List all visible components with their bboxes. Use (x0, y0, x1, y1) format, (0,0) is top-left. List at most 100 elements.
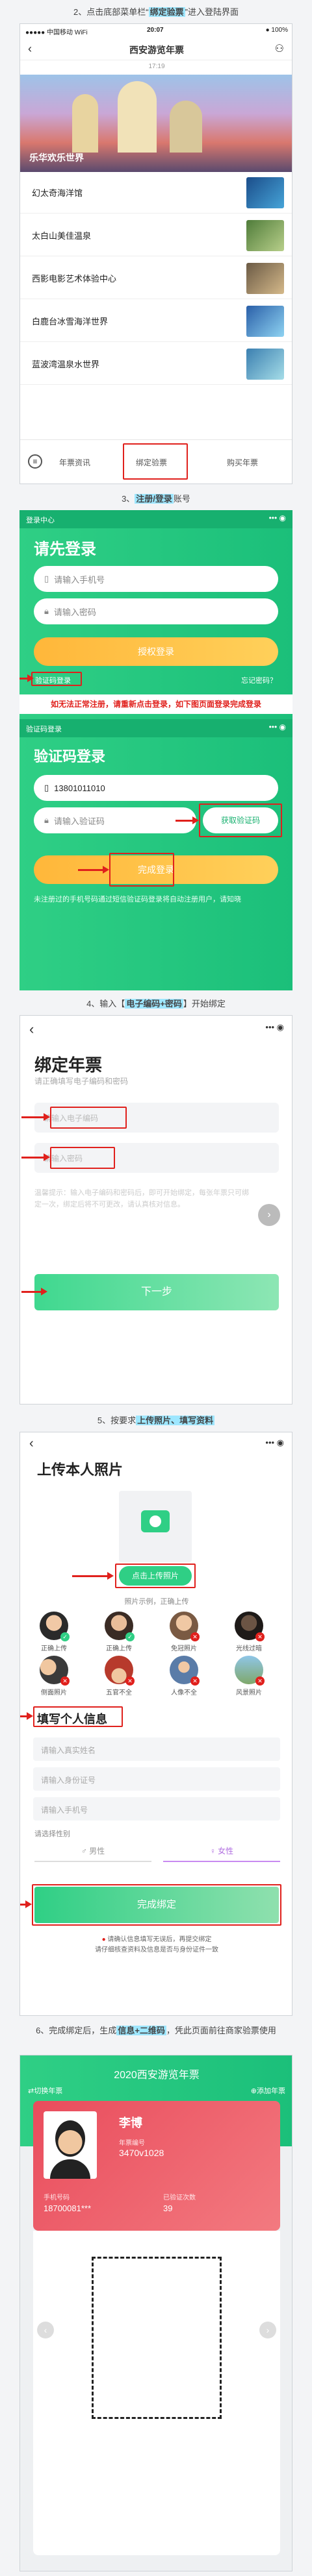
user-icon[interactable]: ⚇ (275, 42, 284, 55)
step5-screen: ‹ ••• ◉ 上传本人照片 点击上传照片 照片示例，正确上传 ✓ ✓ ✕ ✕ … (20, 1432, 292, 2016)
notice-text: 如无法正常注册，请重新点击登录，如下图页面登录完成登录 (20, 694, 292, 714)
cross-icon: ✕ (190, 1676, 200, 1686)
login-title: 请先登录 (34, 541, 96, 558)
count-value: 39 (163, 2203, 173, 2213)
sample-label: 侧面照片 (41, 1689, 67, 1697)
capsule-menu-icon[interactable]: ••• ◉ (269, 513, 286, 522)
capsule-menu-icon[interactable]: ••• ◉ (265, 1022, 284, 1033)
forgot-password-link[interactable]: 忘记密码？ (241, 675, 277, 685)
gender-male-option[interactable]: ♂ 男性 (34, 1840, 151, 1862)
highlight-box (115, 1564, 196, 1588)
next-button[interactable]: 下一步 (34, 1274, 279, 1310)
option-label: 女性 (218, 1846, 234, 1856)
arrow-icon (78, 866, 109, 874)
sample-label: 正确上传 (106, 1645, 132, 1652)
phone-icon: ▯ (44, 783, 49, 792)
step4-screen: ‹ ••• ◉ 绑定年票 请正确填写电子编码和密码 请输入电子编码 请输入密码 … (20, 1015, 292, 1405)
time-label: 17:19 (148, 63, 165, 70)
chevron-left-icon[interactable]: ‹ (37, 2322, 54, 2338)
list-item-title: 幻太奇海洋馆 (32, 188, 83, 198)
bind-title: 绑定年票 (34, 1055, 103, 1075)
list-item-title: 白鹿台冰雪海洋世界 (32, 317, 109, 326)
step6-caption: 6、完成绑定后，生成 信息+二维码 ，凭此页面前往商家验票使用 (0, 2025, 312, 2037)
phone-icon: ▯ (44, 574, 49, 583)
check-icon: ✓ (60, 1632, 70, 1641)
back-icon[interactable]: ‹ (29, 1021, 34, 1038)
code-value: 3470v1028 (119, 2148, 164, 2158)
arrow-icon (21, 1113, 50, 1121)
cross-icon: ✕ (255, 1676, 265, 1686)
phone-input[interactable]: ▯ 请输入手机号 (34, 566, 278, 592)
arrow-icon (21, 1153, 50, 1161)
capsule-menu-icon[interactable]: ••• ◉ (265, 1438, 284, 1448)
switch-card-button[interactable]: ⇄切换年票 (28, 2085, 62, 2096)
menu-icon[interactable]: ≡ (28, 454, 42, 469)
password-input[interactable]: 🔒︎ 请输入密码 (34, 598, 278, 624)
capsule-menu-icon[interactable]: ••• ◉ (269, 722, 286, 731)
login-button[interactable]: 授权登录 (34, 637, 278, 666)
name-input[interactable]: 请输入真实姓名 (33, 1737, 280, 1761)
list-item[interactable]: 太白山美佳温泉 (20, 215, 292, 256)
highlight-box (50, 1147, 115, 1169)
tab-news[interactable]: 年票资讯 (59, 457, 90, 468)
list-item[interactable]: 白鹿台冰雪海洋世界 (20, 301, 292, 342)
battery-text: ● 100% (265, 27, 288, 34)
status-bar: ●●●●● 中国移动 WiFi 20:07 ● 100% (20, 24, 292, 37)
add-card-button[interactable]: ⊕添加年票 (251, 2085, 285, 2096)
cross-icon: ✕ (190, 1632, 200, 1641)
back-icon[interactable]: ‹ (29, 1436, 34, 1451)
caption-text: 3、 (122, 494, 135, 504)
tutorial-page: 2、点击底部菜单栏“ 绑定验票 ”进入登陆界面 ●●●●● 中国移动 WiFi 20… (0, 0, 312, 2576)
arrow-icon (72, 1572, 114, 1580)
nav-title: 西安游览年票 (129, 45, 184, 55)
step4-caption: 4、输入【 电子编码+密码 】开始绑定 (0, 998, 312, 1010)
hint-text: 温馨提示：输入电子编码和密码后，即可开始绑定，每张年票只可绑定一次，绑定后将不可… (34, 1189, 249, 1208)
upload-title: 上传本人照片 (37, 1462, 124, 1478)
caption-text: 】开始绑定 (183, 999, 226, 1009)
scenic-list: 幻太奇海洋馆 太白山美佳温泉 西影电影艺术体验中心 白鹿台冰雪海洋世界 蓝波湾温… (20, 172, 292, 386)
step5-caption: 5、按要求 上传照片、填写资料 (0, 1415, 312, 1427)
camera-icon (141, 1510, 170, 1532)
list-item[interactable]: 幻太奇海洋馆 (20, 172, 292, 214)
qr-panel: ‹ › (33, 2231, 280, 2555)
photo-placeholder[interactable] (119, 1491, 192, 1562)
code-input[interactable]: 🔒︎ 请输入验证码 (34, 807, 196, 833)
list-item[interactable]: 西影电影艺术体验中心 (20, 258, 292, 299)
list-item[interactable]: 蓝波湾温泉水世界 (20, 343, 292, 385)
banner-image[interactable]: 乐华欢乐世界 (20, 75, 292, 172)
carrier-text: ●●●●● 中国移动 WiFi (25, 29, 88, 36)
card: 李博 年票编号 3470v1028 手机号码 18700081*** 已验证次数… (33, 2101, 280, 2231)
footer-note: 未注册过的手机号码通过短信验证码登录将自动注册用户，请知晓 (34, 896, 241, 903)
phone-input[interactable]: 请输入手机号 (33, 1797, 280, 1821)
highlight-box (32, 1884, 281, 1926)
phone-input[interactable]: ▯ 13801011010 (34, 775, 278, 801)
thumbnail-image (246, 220, 284, 251)
id-number-input[interactable]: 请输入身份证号 (33, 1767, 280, 1791)
caption-highlight: 绑定验票 (148, 7, 185, 17)
highlight-box (109, 853, 174, 887)
caption-text: 5、按要求 (97, 1416, 136, 1425)
arrow-icon (20, 674, 34, 682)
sample-label: 光线过暗 (236, 1645, 262, 1652)
chevron-right-icon[interactable]: › (258, 1204, 280, 1226)
step3-screen: 登录中心 ••• ◉ 请先登录 ▯ 请输入手机号 🔒︎ 请输入密码 授权登录 验证码… (20, 510, 292, 990)
chevron-right-icon[interactable]: › (259, 2322, 276, 2338)
sms-title: 验证码登录 (34, 748, 106, 765)
thumbnail-image (246, 306, 284, 337)
bind-subtitle: 请正确填写电子编码和密码 (34, 1077, 129, 1086)
placeholder-text: 请输入密码 (53, 607, 96, 617)
highlight-box (31, 672, 82, 686)
sample-title: 照片示例，正确上传 (124, 1598, 189, 1606)
warning-line: ● 请确认信息填写无误后，再提交绑定 (20, 1933, 292, 1943)
banner-caption: 乐华欢乐世界 (29, 153, 84, 163)
phone-label: 手机号码 (44, 2194, 70, 2202)
caption-highlight: 信息+二维码 (116, 2026, 166, 2035)
body-shape (50, 2159, 90, 2179)
topbar: 登录中心 ••• ◉ (20, 510, 292, 528)
code-label: 年票编号 (119, 2140, 145, 2147)
placeholder-text: 请输入验证码 (53, 816, 105, 826)
tab-buy[interactable]: 购买年票 (227, 457, 258, 468)
gender-female-option[interactable]: ♀ 女性 (163, 1840, 280, 1862)
highlight-box (33, 1706, 123, 1727)
header-title: 2020西安游览年票 (114, 2070, 200, 2081)
